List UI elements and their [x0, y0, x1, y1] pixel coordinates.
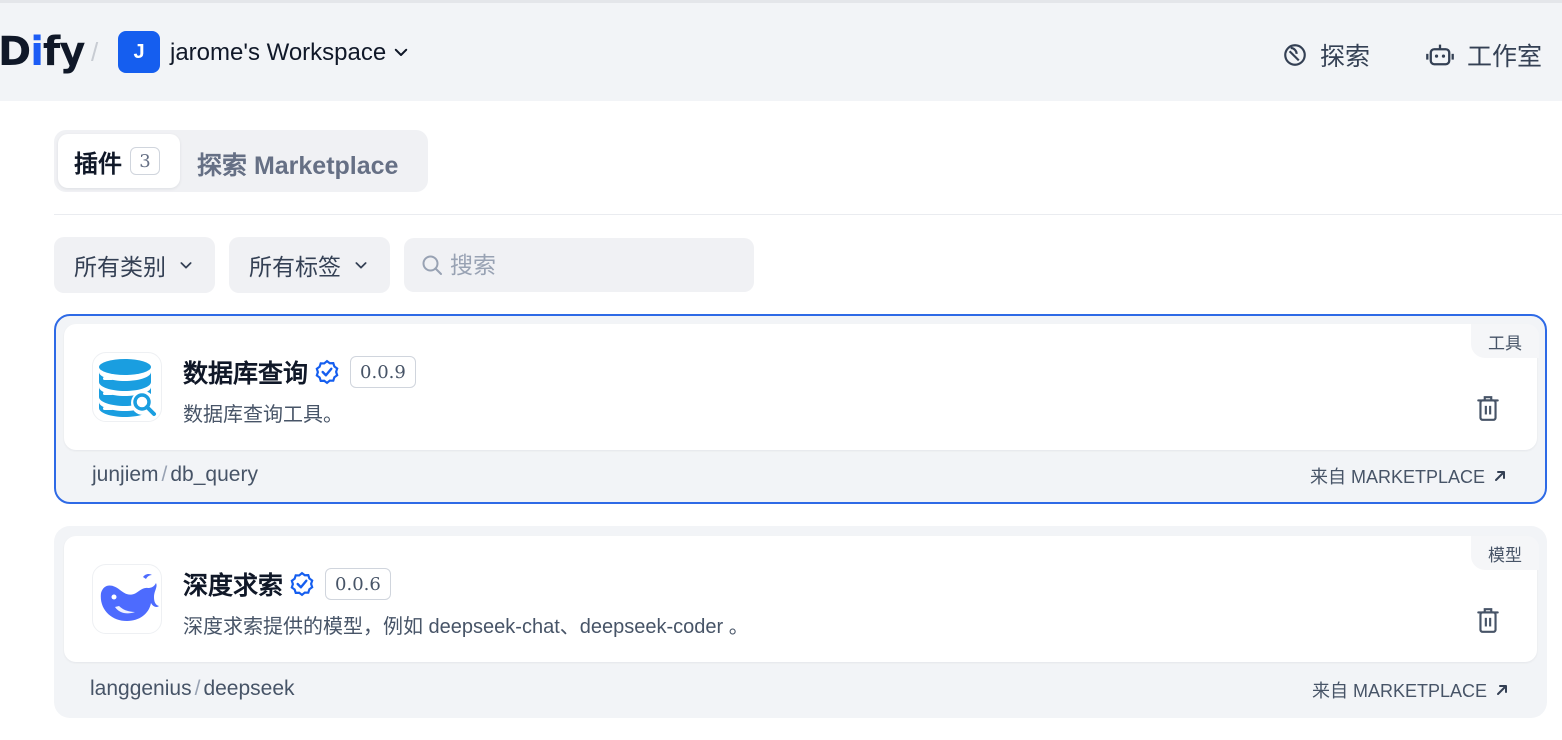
plugin-name: 数据库查询 [183, 360, 309, 388]
tab-plugins-label: 插件 [74, 150, 122, 178]
nav-studio-label: 工作室 [1467, 43, 1543, 71]
workspace-avatar[interactable]: J [118, 31, 160, 73]
plugin-card-deepseek[interactable]: 深度求索 0.0.6 深度求索提供的模型，例如 deepseek-chat、de… [54, 526, 1547, 718]
nav-studio[interactable]: 工作室 [1425, 37, 1542, 73]
path-separator: / [194, 677, 201, 700]
plugin-count-badge: 3 [130, 147, 160, 175]
source-label: 来自 MARKETPLACE [1309, 467, 1485, 487]
compass-icon [1284, 44, 1306, 66]
plugin-name: 深度求索 [183, 572, 284, 600]
chevron-down-icon [180, 262, 192, 269]
chevron-down-icon[interactable] [392, 43, 410, 61]
version-badge: 0.0.9 [350, 356, 416, 388]
plugin-org-path: junjiem / db_query [92, 463, 258, 487]
search-box[interactable] [404, 238, 754, 292]
plugins-page: 插件 3 探索 Marketplace 所有类别 所有标签 搜索 数据库查询 0… [0, 101, 1562, 740]
plugin-type-tag: 模型 [1471, 536, 1539, 570]
verified-badge-icon [290, 571, 314, 597]
whale-icon [92, 564, 162, 634]
marketplace-link[interactable]: 来自 MARKETPLACE [1310, 463, 1507, 489]
plugin-description: 深度求索提供的模型，例如 deepseek-chat、deepseek-code… [183, 616, 749, 638]
verified-badge-icon [315, 359, 339, 385]
breadcrumb-separator: / [91, 37, 99, 67]
nav-explore-label: 探索 [1320, 43, 1371, 71]
plugin-description: 数据库查询工具。 [183, 404, 343, 426]
arrow-up-right-icon [1497, 685, 1507, 695]
workspace-name[interactable]: jarome's Workspace [170, 39, 386, 67]
search-input[interactable] [450, 251, 730, 279]
category-filter-label: 所有类别 [74, 254, 166, 280]
plugin-title-row: 深度求索 0.0.6 [183, 566, 391, 602]
tab-plugins[interactable]: 插件 3 [58, 134, 180, 188]
nav-explore[interactable]: 探索 [1282, 37, 1370, 73]
plugin-title-row: 数据库查询 0.0.9 [183, 354, 416, 390]
trash-icon[interactable] [1475, 394, 1501, 422]
robot-icon [1426, 44, 1454, 66]
path-separator: / [161, 463, 168, 486]
tag-filter-dropdown[interactable]: 所有标签 [229, 237, 390, 293]
plugin-card-body: 数据库查询 0.0.9 数据库查询工具。 工具 [64, 324, 1539, 450]
plugin-card-db-query[interactable]: 数据库查询 0.0.9 数据库查询工具。 工具 junjiem / db_query… [54, 314, 1547, 504]
app-header: Dify / J jarome's Workspace 探索 工作室 [0, 3, 1562, 101]
arrow-up-right-icon [1495, 471, 1505, 481]
search-icon [422, 255, 442, 275]
logo-letter-i: i [30, 29, 44, 75]
trash-icon[interactable] [1475, 606, 1501, 634]
dify-logo[interactable]: Dify [0, 29, 85, 75]
database-search-icon [92, 352, 162, 422]
plugin-slug: deepseek [203, 677, 295, 700]
logo-letter-d: D [0, 29, 31, 75]
tag-filter-label: 所有标签 [249, 254, 341, 280]
plugin-author: langgenius [90, 677, 192, 700]
marketplace-link[interactable]: 来自 MARKETPLACE [1312, 677, 1509, 703]
plugin-org-path: langgenius / deepseek [90, 677, 295, 701]
plugin-tabs: 插件 3 探索 Marketplace [54, 130, 428, 192]
source-label: 来自 MARKETPLACE [1311, 681, 1487, 701]
plugin-type-tag: 工具 [1471, 324, 1539, 358]
plugin-author: junjiem [92, 463, 159, 486]
chevron-down-icon [355, 262, 367, 269]
logo-letters-fy: fy [42, 29, 85, 75]
plugin-slug: db_query [170, 463, 258, 486]
version-badge: 0.0.6 [325, 568, 391, 600]
tab-marketplace[interactable]: 探索 Marketplace [197, 146, 398, 182]
plugin-card-body: 深度求索 0.0.6 深度求索提供的模型，例如 deepseek-chat、de… [64, 536, 1539, 662]
category-filter-dropdown[interactable]: 所有类别 [54, 237, 215, 293]
section-divider [54, 214, 1562, 215]
